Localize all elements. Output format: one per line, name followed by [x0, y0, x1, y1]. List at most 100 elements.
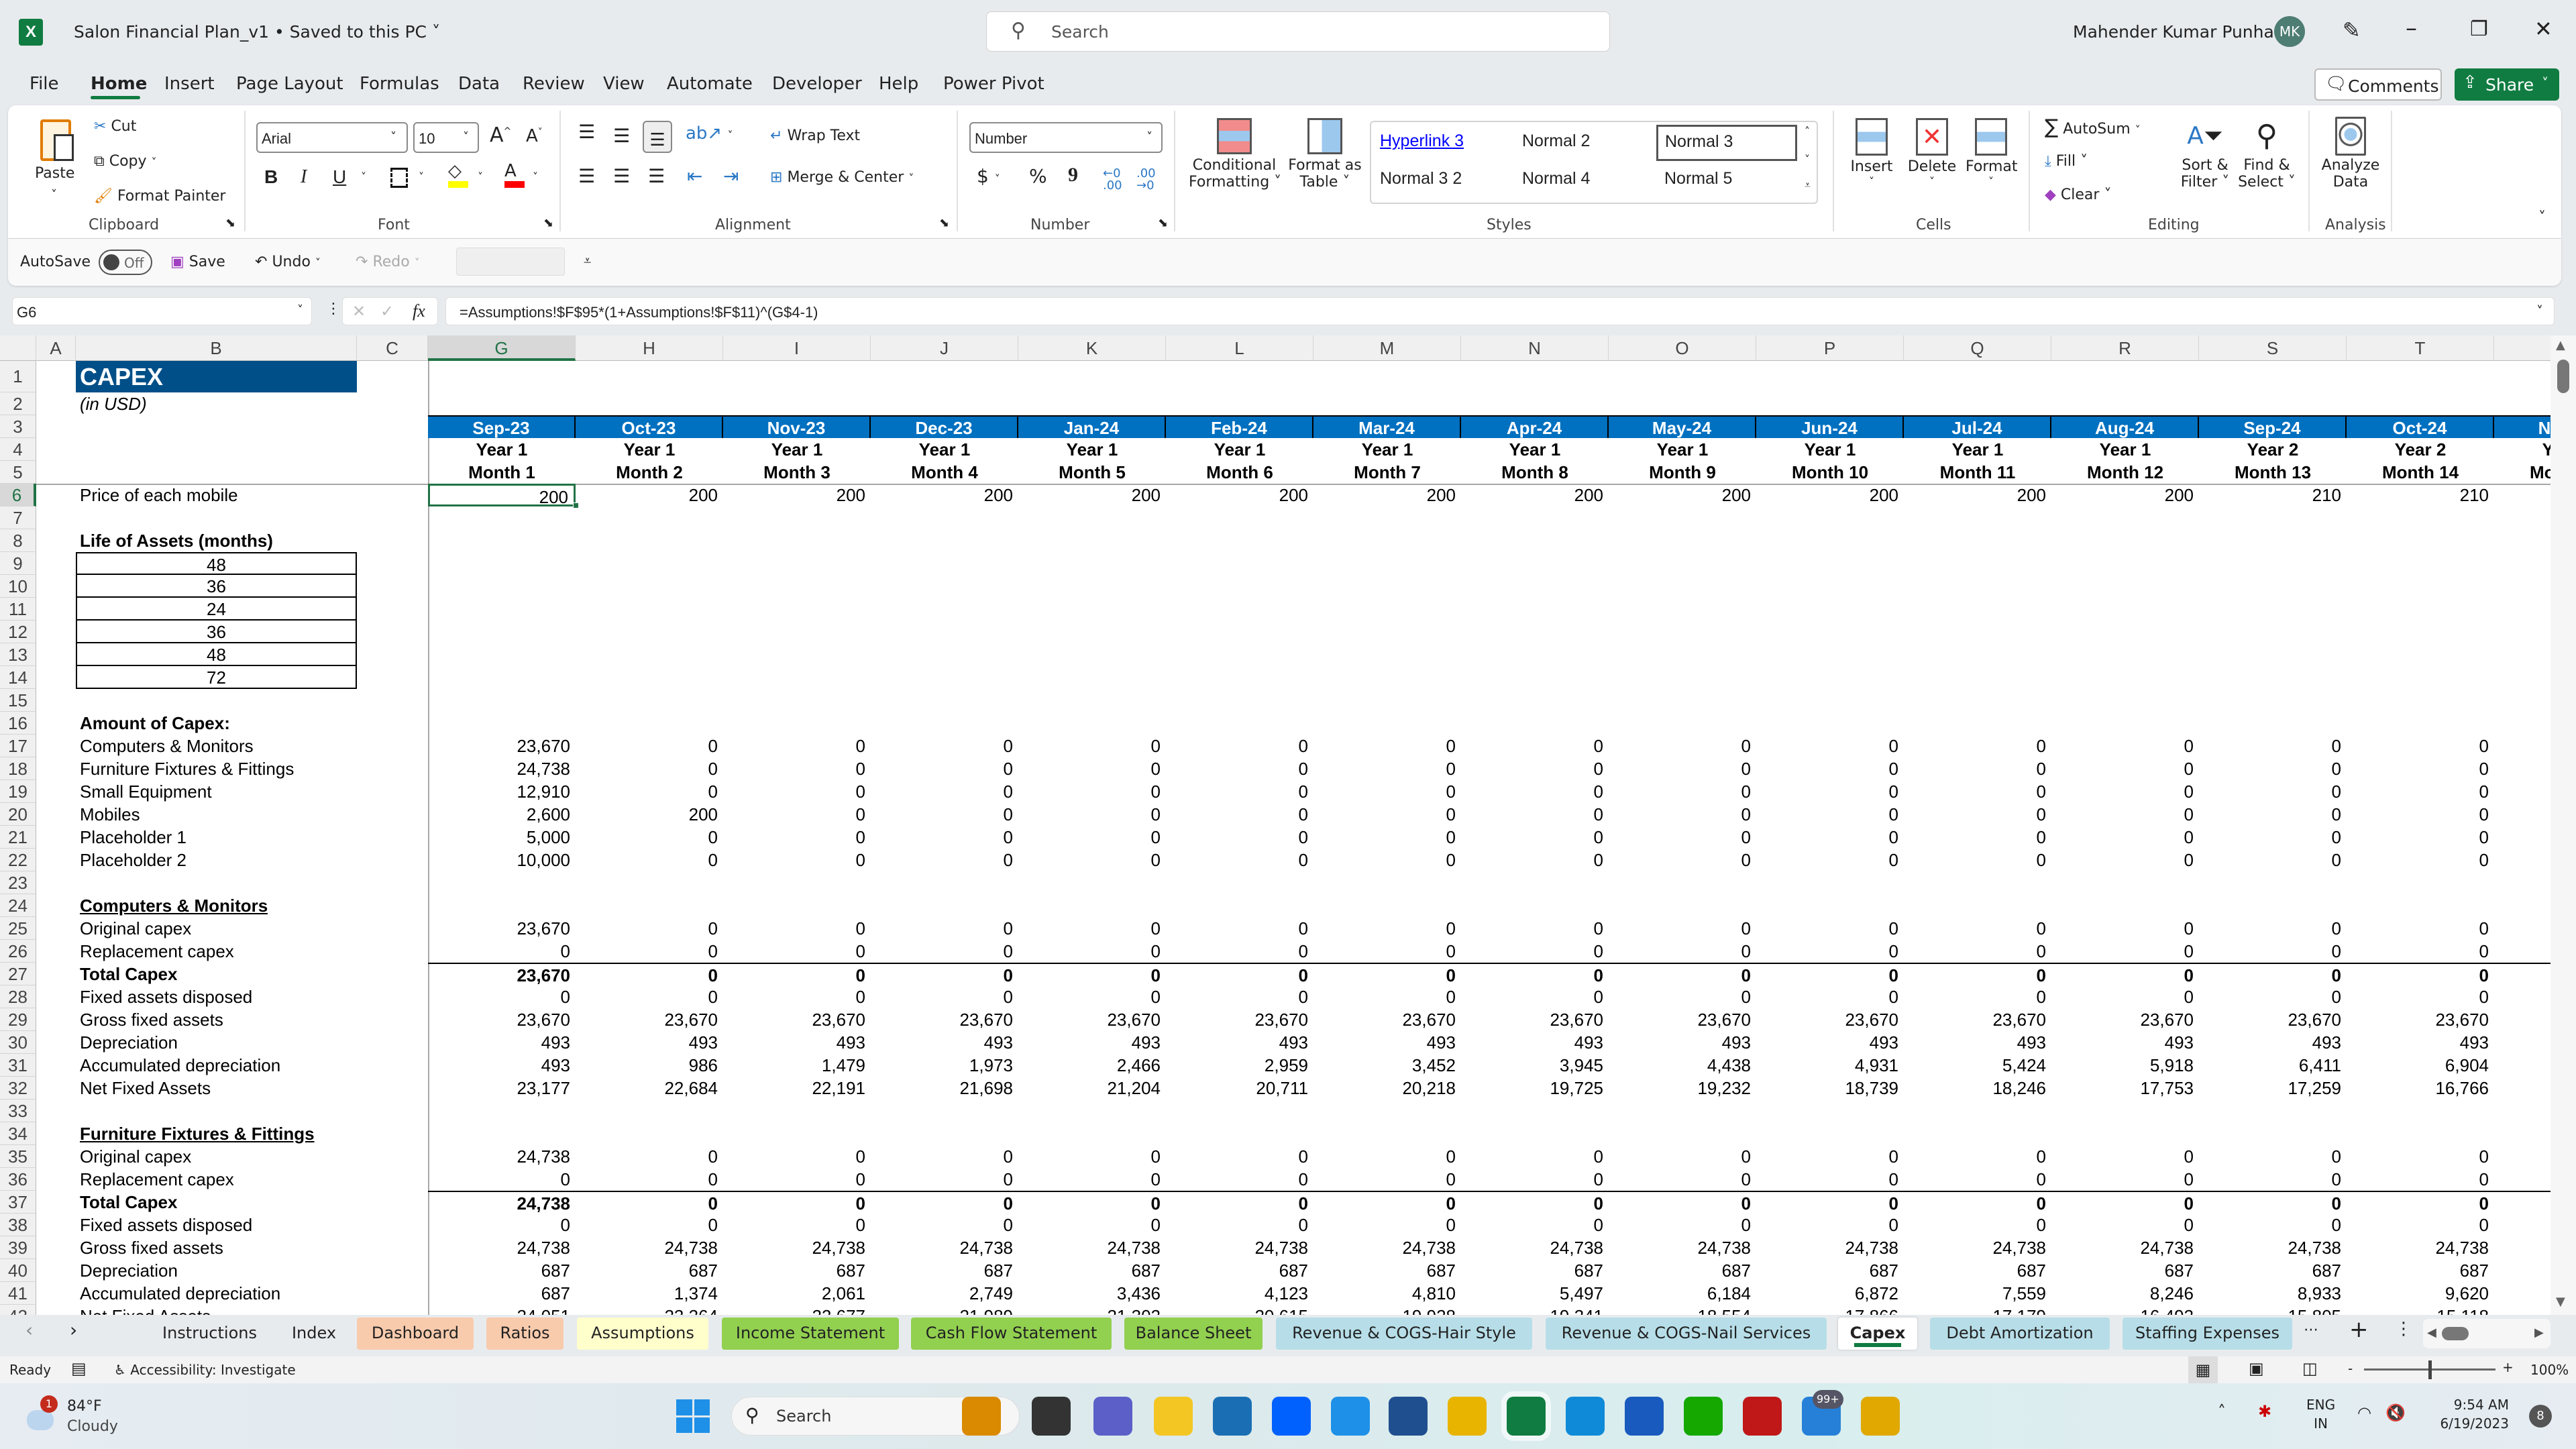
- sheet-tab-ratios[interactable]: Ratios: [486, 1318, 564, 1350]
- life-of-assets-value[interactable]: 72: [76, 666, 357, 689]
- value-cell[interactable]: 16,492: [2051, 1305, 2199, 1315]
- value-cell[interactable]: 0: [2347, 780, 2494, 803]
- value-cell[interactable]: 0: [1166, 1214, 1313, 1236]
- row-label[interactable]: Accumulated depreciation: [76, 1054, 280, 1077]
- year-label[interactable]: Year 1: [1166, 438, 1313, 461]
- value-cell[interactable]: 0: [1904, 917, 2051, 940]
- value-cell[interactable]: 7,559: [1904, 1282, 2051, 1305]
- value-cell[interactable]: 0: [2347, 1214, 2494, 1236]
- value-cell[interactable]: 20,218: [1313, 1077, 1461, 1099]
- restore-icon[interactable]: ❐: [2470, 17, 2488, 41]
- value-cell[interactable]: 0: [2199, 1168, 2347, 1191]
- value-cell[interactable]: 0: [1461, 917, 1609, 940]
- value-cell[interactable]: 0: [2051, 803, 2199, 826]
- word-icon[interactable]: [1625, 1397, 1664, 1436]
- bold-button[interactable]: B: [264, 166, 278, 188]
- chevron-down-icon[interactable]: ˅: [478, 170, 483, 183]
- value-cell[interactable]: 3,436: [1018, 1282, 1166, 1305]
- value-cell[interactable]: 23,670: [1756, 1008, 1904, 1031]
- row-label[interactable]: Mobiles: [76, 803, 140, 826]
- value-cell[interactable]: 0: [2199, 803, 2347, 826]
- row-header[interactable]: 3: [0, 415, 36, 438]
- value-cell[interactable]: 687: [576, 1259, 723, 1282]
- value-cell[interactable]: 1,479: [723, 1054, 871, 1077]
- month-header[interactable]: Oct-23: [576, 415, 723, 438]
- value-cell[interactable]: 0: [723, 963, 871, 985]
- value-cell[interactable]: 0: [1609, 917, 1756, 940]
- row-header[interactable]: 29: [0, 1008, 36, 1031]
- previous-sheet-icon[interactable]: ‹: [25, 1319, 33, 1341]
- value-cell[interactable]: 0: [1461, 940, 1609, 963]
- value-cell[interactable]: 0: [2051, 1214, 2199, 1236]
- row-header[interactable]: 18: [0, 757, 36, 780]
- row-header[interactable]: 19: [0, 780, 36, 803]
- month-header[interactable]: Dec-23: [871, 415, 1018, 438]
- value-cell[interactable]: 0: [1609, 757, 1756, 780]
- sheet-tab-income-statement[interactable]: Income Statement: [722, 1318, 899, 1350]
- value-cell[interactable]: 0: [723, 826, 871, 849]
- row-header[interactable]: 22: [0, 849, 36, 871]
- row-header[interactable]: 23: [0, 871, 36, 894]
- value-cell[interactable]: 0: [1313, 826, 1461, 849]
- value-cell[interactable]: 0: [1756, 757, 1904, 780]
- italic-button[interactable]: I: [301, 166, 307, 188]
- column-header-C[interactable]: C: [357, 335, 428, 361]
- value-cell[interactable]: 0: [576, 940, 723, 963]
- value-cell[interactable]: 17,179: [1904, 1305, 2051, 1315]
- row-header[interactable]: 27: [0, 963, 36, 985]
- value-cell[interactable]: 0: [1018, 1214, 1166, 1236]
- value-cell[interactable]: 4,931: [1756, 1054, 1904, 1077]
- value-cell[interactable]: 0: [1018, 1168, 1166, 1191]
- value-cell[interactable]: 0: [871, 803, 1018, 826]
- value-cell[interactable]: 493: [871, 1031, 1018, 1054]
- autosum-button[interactable]: ∑ AutoSum ˅: [2045, 115, 2141, 139]
- value-cell[interactable]: 687: [1166, 1259, 1313, 1282]
- value-cell[interactable]: 0: [1018, 1145, 1166, 1168]
- dialog-launcher-icon[interactable]: ⬊: [1158, 216, 1168, 230]
- value-cell[interactable]: 24,738: [871, 1236, 1018, 1259]
- value-cell[interactable]: 0: [1609, 1168, 1756, 1191]
- month-number-label[interactable]: Month 4: [871, 461, 1018, 484]
- value-cell[interactable]: 24,738: [2051, 1236, 2199, 1259]
- value-cell[interactable]: 10,000: [428, 849, 576, 871]
- align-top-icon[interactable]: ☰: [578, 121, 595, 143]
- row-label[interactable]: Net Fixed Assets: [76, 1077, 211, 1099]
- year-label[interactable]: Year 1: [1461, 438, 1609, 461]
- year-label[interactable]: Year 1: [871, 438, 1018, 461]
- value-cell[interactable]: 0: [2051, 757, 2199, 780]
- upwork-icon[interactable]: [1684, 1397, 1723, 1436]
- value-cell[interactable]: 0: [1018, 985, 1166, 1008]
- value-cell[interactable]: 0: [723, 1145, 871, 1168]
- chrome-icon[interactable]: [1861, 1397, 1900, 1436]
- value-cell[interactable]: 210: [2347, 484, 2494, 506]
- value-cell[interactable]: 0: [1313, 917, 1461, 940]
- value-cell[interactable]: 24,738: [723, 1236, 871, 1259]
- row-label[interactable]: Fixed assets disposed: [76, 985, 252, 1008]
- value-cell[interactable]: 0: [2199, 940, 2347, 963]
- value-cell[interactable]: 0: [2347, 1191, 2494, 1214]
- value-cell[interactable]: 0: [1756, 849, 1904, 871]
- teams-icon[interactable]: [1093, 1397, 1132, 1436]
- value-cell[interactable]: 0: [1904, 985, 2051, 1008]
- value-cell[interactable]: 0: [1756, 1145, 1904, 1168]
- column-header-H[interactable]: H: [576, 335, 723, 361]
- start-button[interactable]: [676, 1399, 710, 1433]
- month-number-label[interactable]: Month 5: [1018, 461, 1166, 484]
- year-label[interactable]: Year 1: [1018, 438, 1166, 461]
- value-cell[interactable]: 0: [1904, 803, 2051, 826]
- value-cell[interactable]: 200: [576, 803, 723, 826]
- value-cell[interactable]: 493: [723, 1031, 871, 1054]
- value-cell[interactable]: 0: [1756, 1214, 1904, 1236]
- row-header[interactable]: 31: [0, 1054, 36, 1077]
- month-header[interactable]: Oct-24: [2347, 415, 2494, 438]
- value-cell[interactable]: 0: [723, 780, 871, 803]
- value-cell[interactable]: 0: [1166, 1191, 1313, 1214]
- value-cell[interactable]: 0: [1313, 803, 1461, 826]
- month-number-label[interactable]: Month 8: [1461, 461, 1609, 484]
- row-header[interactable]: 17: [0, 735, 36, 757]
- year-label[interactable]: Year 2: [2347, 438, 2494, 461]
- value-cell[interactable]: 493: [1756, 1031, 1904, 1054]
- dialog-launcher-icon[interactable]: ⬊: [543, 216, 553, 230]
- align-bottom-button[interactable]: ☰: [643, 121, 672, 153]
- dialog-launcher-icon[interactable]: ⬊: [225, 216, 235, 230]
